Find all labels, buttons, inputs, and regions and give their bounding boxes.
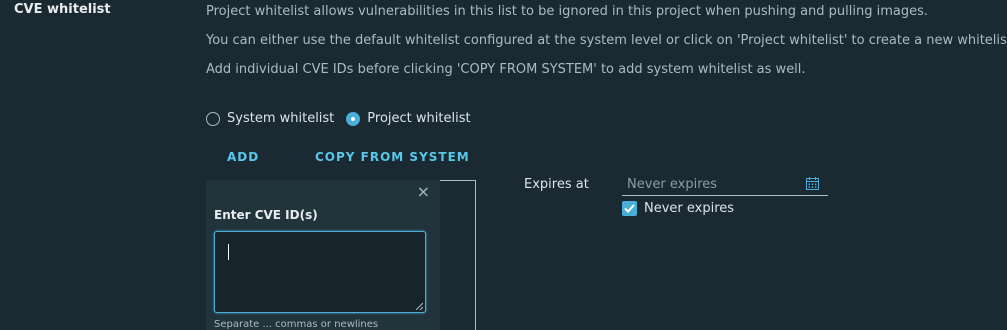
whitelist-radio-group: System whitelist Project whitelist [206,111,483,126]
expires-at-label: Expires at [524,177,589,192]
radio-unchecked-icon [206,111,220,126]
description-line-2: You can either use the default whitelist… [206,33,1007,48]
add-cve-popover: × Enter CVE ID(s) Separate ... commas or… [206,180,440,330]
resize-grip-icon[interactable] [415,302,423,310]
popover-helper-text: Separate ... commas or newlines [214,319,379,330]
description-line-3: Add individual CVE IDs before clicking '… [206,62,806,77]
system-whitelist-radio[interactable]: System whitelist [206,111,334,126]
add-button[interactable]: ADD [227,150,259,164]
calendar-icon[interactable] [806,177,819,190]
project-whitelist-radio[interactable]: Project whitelist [346,111,471,126]
project-whitelist-label: Project whitelist [367,111,471,126]
checkbox-checked [622,201,637,216]
never-expires-label: Never expires [644,201,735,216]
never-expires-checkbox[interactable]: Never expires [622,201,734,216]
text-caret [228,244,229,260]
cve-list-box [438,180,476,330]
popover-title: Enter CVE ID(s) [214,208,318,222]
close-icon[interactable]: × [417,182,430,201]
description-line-1: Project whitelist allows vulnerabilities… [206,4,929,19]
radio-checked-icon [346,111,361,126]
expiry-date-input[interactable]: Never expires [622,173,828,196]
section-label: CVE whitelist [14,2,111,17]
check-icon [624,204,635,213]
cve-id-textarea[interactable] [214,231,426,313]
system-whitelist-label: System whitelist [227,111,335,126]
copy-from-system-button[interactable]: COPY FROM SYSTEM [315,150,470,164]
expiry-date-placeholder: Never expires [627,177,718,192]
